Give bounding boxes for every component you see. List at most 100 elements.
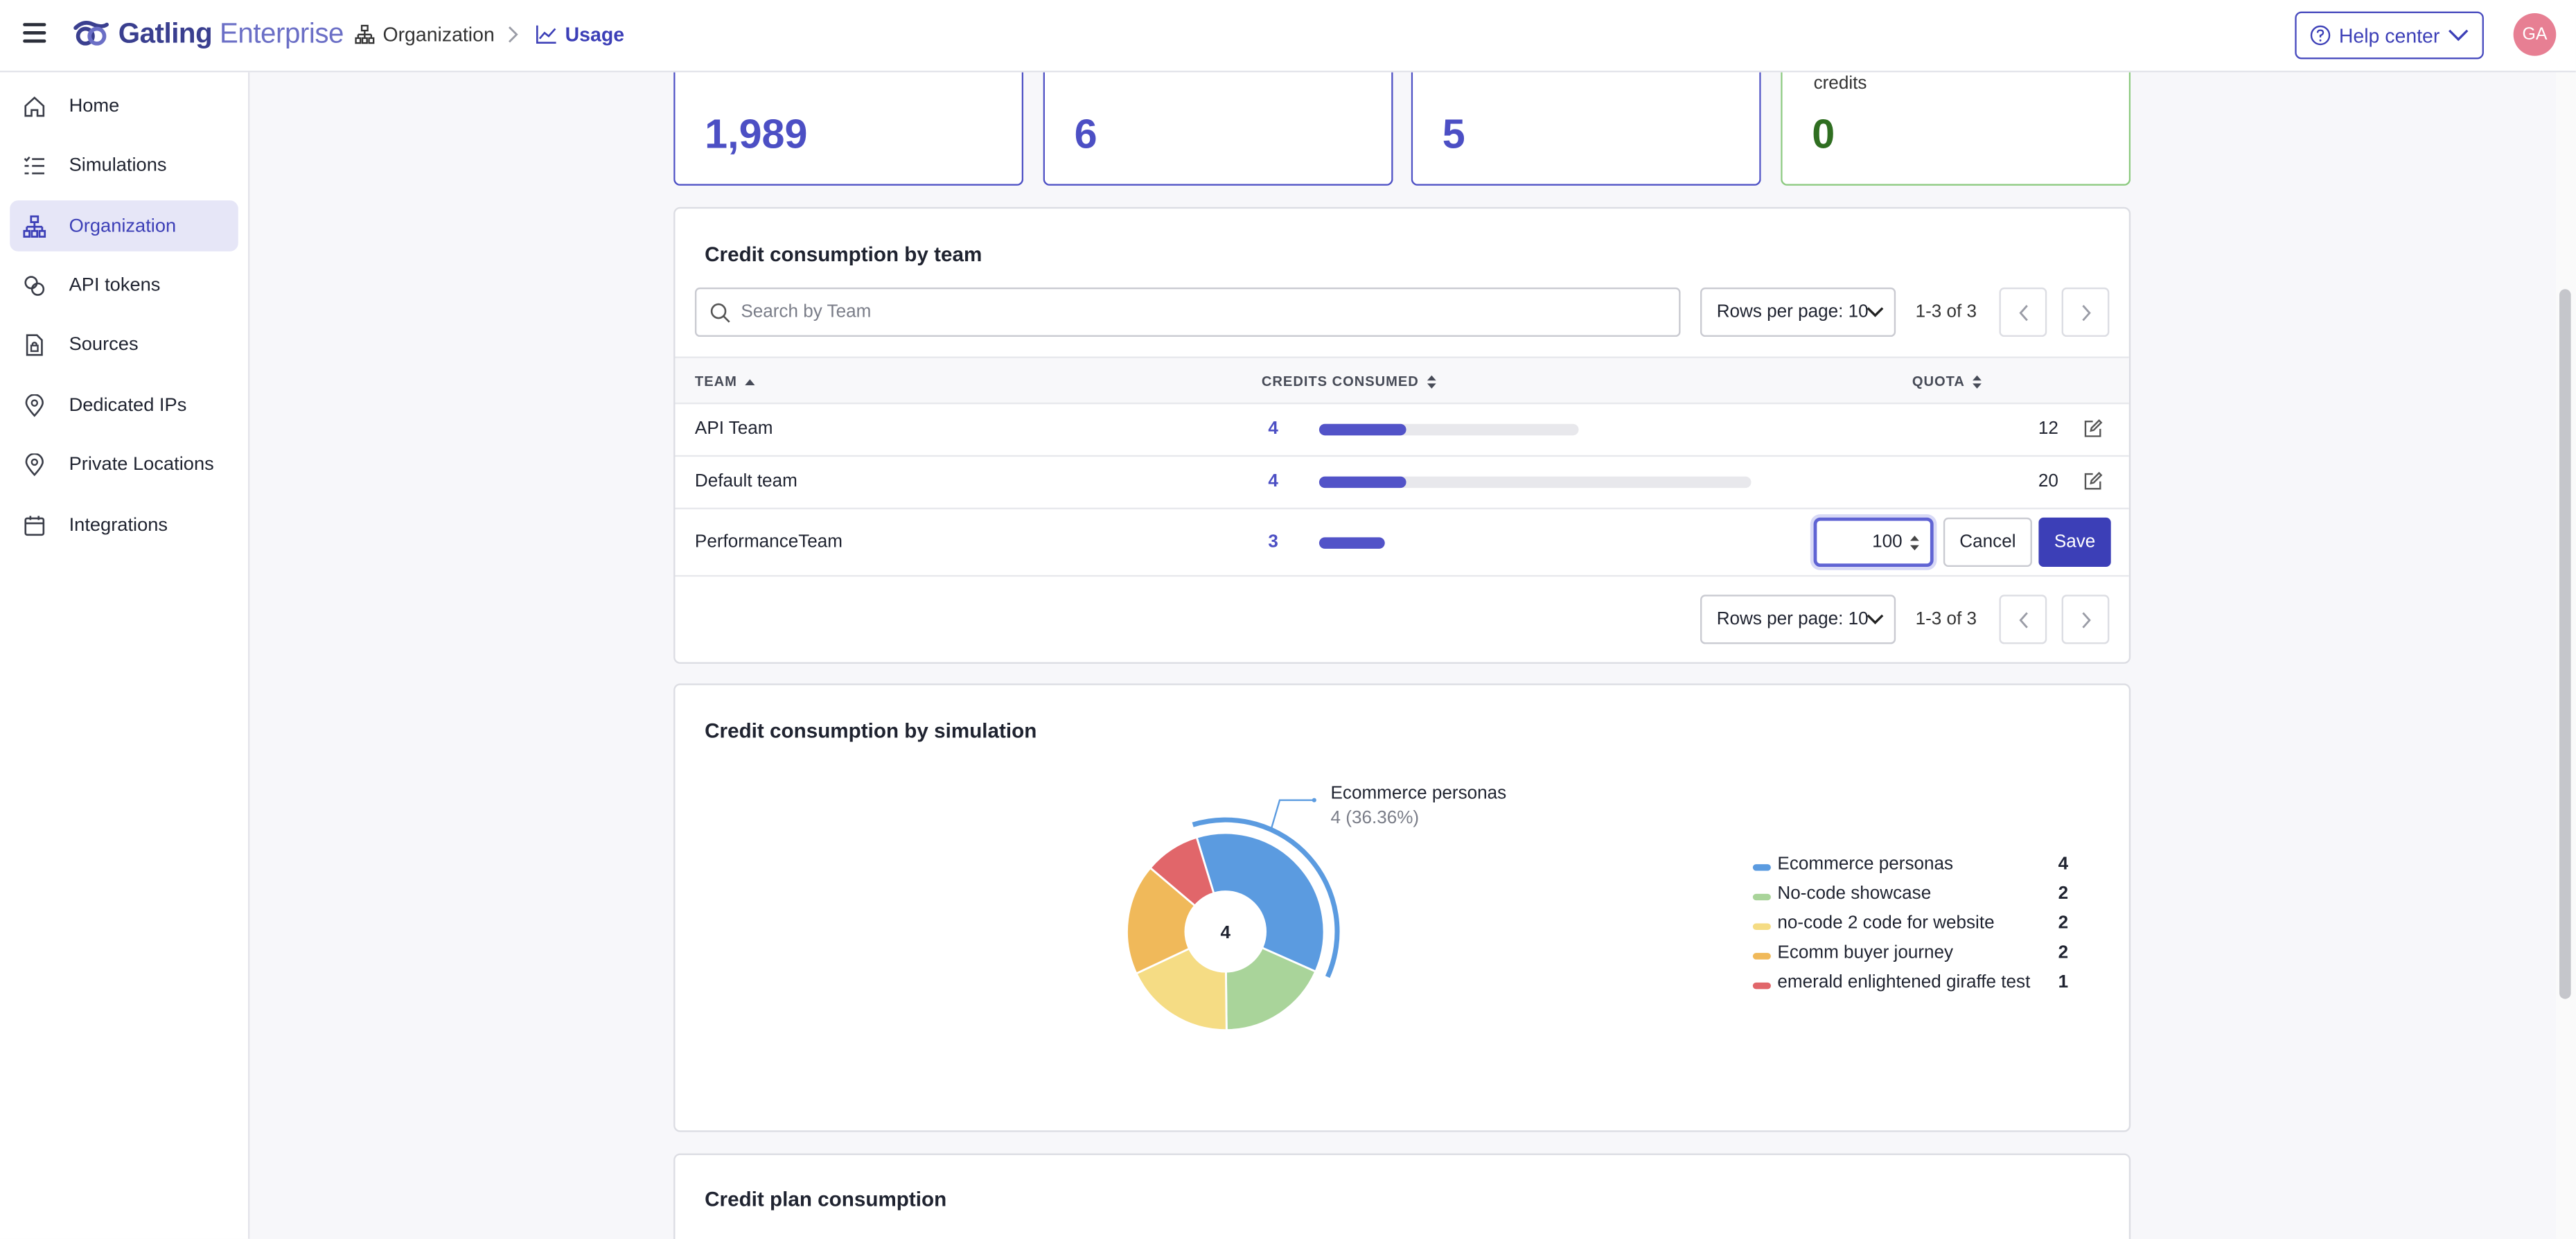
sidebar-item-integrations[interactable]: Integrations <box>10 500 238 551</box>
legend-item[interactable]: emerald enlightened giraffe test 1 <box>1752 973 2068 1003</box>
list-icon <box>24 155 45 174</box>
org-chart-icon <box>355 24 375 44</box>
sidebar-item-api-tokens[interactable]: API tokens <box>10 260 238 311</box>
rows-per-page-select[interactable]: Rows per page: 10 <box>1700 287 1896 337</box>
brand-name: Gatling Enterprise <box>118 18 344 51</box>
pagination-info: 1-3 of 3 <box>1915 609 1977 630</box>
quota-value: 20 <box>2038 471 2058 491</box>
chevron-right-icon <box>509 26 518 43</box>
sidebar: Home Simulations Organization API tokens… <box>0 72 250 1239</box>
chevron-down-icon <box>2449 29 2469 42</box>
usage-bar <box>1318 423 1579 436</box>
chevron-left-icon <box>2018 304 2027 321</box>
team-name: PerformanceTeam <box>694 532 843 552</box>
credit-plan-panel: Credit plan consumption <box>673 1153 2131 1239</box>
sidebar-item-label: Simulations <box>69 155 167 175</box>
next-page-button[interactable] <box>2061 595 2110 644</box>
help-circle-icon <box>2310 25 2330 46</box>
calendar-icon <box>24 515 45 535</box>
edit-icon[interactable] <box>2083 471 2103 491</box>
column-header-quota[interactable]: QUOTA <box>1912 373 1983 389</box>
panel-title: Credit consumption by team <box>705 243 982 267</box>
legend-item[interactable]: No-code showcase 2 <box>1752 884 2069 914</box>
sidebar-item-label: Private Locations <box>69 454 214 475</box>
prev-page-button[interactable] <box>1999 287 2047 337</box>
callout-value: 4 (36.36%) <box>1330 808 1420 828</box>
table-row: API Team 4 12 <box>675 404 2129 457</box>
table-row-editing: PerformanceTeam 3 100 Cancel Save <box>675 509 2129 577</box>
sidebar-item-home[interactable]: Home <box>10 80 238 132</box>
breadcrumb-usage[interactable]: Usage <box>536 23 624 46</box>
sidebar-item-organization[interactable]: Organization <box>10 200 238 252</box>
hamburger-menu-icon[interactable] <box>23 23 46 43</box>
help-center-button[interactable]: Help center <box>2295 11 2484 60</box>
scrollbar-thumb[interactable] <box>2559 289 2571 999</box>
chevron-left-icon <box>2018 611 2027 628</box>
sidebar-item-sources[interactable]: Sources <box>10 319 238 370</box>
sort-icon <box>1427 374 1436 388</box>
search-icon <box>710 302 730 322</box>
location-pin-icon <box>25 393 44 416</box>
chevron-down-icon <box>1867 614 1884 624</box>
gatling-logo[interactable]: Gatling Enterprise <box>71 18 344 51</box>
simulation-donut-chart: 4 <box>1126 798 1340 1032</box>
prev-page-button[interactable] <box>1999 595 2047 644</box>
sidebar-item-label: Sources <box>69 334 139 354</box>
save-button[interactable]: Save <box>2038 517 2111 567</box>
column-header-label: QUOTA <box>1912 373 1965 389</box>
legend-item[interactable]: no-code 2 code for website 2 <box>1752 913 2069 943</box>
breadcrumb-organization[interactable]: Organization <box>355 23 495 46</box>
team-search-input[interactable] <box>741 302 1661 322</box>
stat-label: credits <box>1813 73 1867 94</box>
usage-bar-fill <box>1318 537 1385 549</box>
column-header-team[interactable]: TEAM <box>695 373 755 389</box>
legend-item[interactable]: Ecomm buyer journey 2 <box>1752 943 2068 973</box>
gatling-logo-icon <box>73 21 109 46</box>
column-header-credits-consumed[interactable]: CREDITS CONSUMED <box>1262 373 1437 389</box>
legend-swatch <box>1752 982 1771 990</box>
chart-legend: Ecommerce personas 4 No-code showcase 2 no-c… <box>1752 854 2069 1003</box>
usage-bar-fill <box>1318 476 1406 489</box>
stat-value: 6 <box>1074 112 1097 158</box>
sidebar-item-dedicated-ips[interactable]: Dedicated IPs <box>10 380 238 431</box>
panel-title: Credit consumption by simulation <box>705 719 1037 743</box>
legend-swatch <box>1752 864 1771 871</box>
rows-per-page-select[interactable]: Rows per page: 10 <box>1700 595 1896 644</box>
credits-consumed: 4 <box>1268 471 1278 491</box>
legend-swatch <box>1752 893 1771 901</box>
stepper-icon[interactable] <box>1909 534 1921 552</box>
next-page-button[interactable] <box>2061 287 2110 337</box>
chevron-right-icon <box>2081 304 2090 321</box>
brand-bold: Gatling <box>118 18 213 50</box>
edit-icon[interactable] <box>2083 419 2103 439</box>
location-pin-icon <box>25 452 44 475</box>
team-name: Default team <box>694 471 797 491</box>
legend-label: No-code showcase <box>1777 884 1932 904</box>
rows-per-page-label: Rows per page: 10 <box>1716 609 1869 630</box>
quota-input-value: 100 <box>1872 532 1903 552</box>
simulation-consumption-panel: Credit consumption by simulation 4 Ecomm… <box>673 683 2131 1132</box>
file-lock-icon <box>26 333 43 355</box>
top-bar: Gatling Enterprise Organization Usage He… <box>0 0 2576 73</box>
sidebar-item-private-locations[interactable]: Private Locations <box>10 439 238 490</box>
legend-item[interactable]: Ecommerce personas 4 <box>1752 854 2069 884</box>
sidebar-item-label: Dedicated IPs <box>69 395 187 415</box>
legend-swatch <box>1752 953 1771 960</box>
stat-value: 0 <box>1812 112 1835 158</box>
user-avatar[interactable]: GA <box>2513 12 2557 56</box>
team-search-field[interactable] <box>694 287 1681 337</box>
credits-consumed: 3 <box>1268 532 1278 552</box>
sort-asc-icon <box>744 378 755 385</box>
legend-value: 4 <box>2058 854 2069 875</box>
breadcrumb-organization-label: Organization <box>382 23 495 46</box>
legend-value: 2 <box>2058 884 2069 904</box>
legend-swatch <box>1752 923 1771 930</box>
cancel-button[interactable]: Cancel <box>1943 517 2032 567</box>
quota-input[interactable]: 100 <box>1813 517 1934 567</box>
sidebar-item-simulations[interactable]: Simulations <box>10 140 238 191</box>
table-row: Default team 4 20 <box>675 457 2129 510</box>
column-header-label: CREDITS CONSUMED <box>1261 373 1419 389</box>
breadcrumb-usage-label: Usage <box>565 23 625 46</box>
sidebar-item-label: Integrations <box>69 515 168 535</box>
legend-value: 2 <box>2058 913 2069 933</box>
